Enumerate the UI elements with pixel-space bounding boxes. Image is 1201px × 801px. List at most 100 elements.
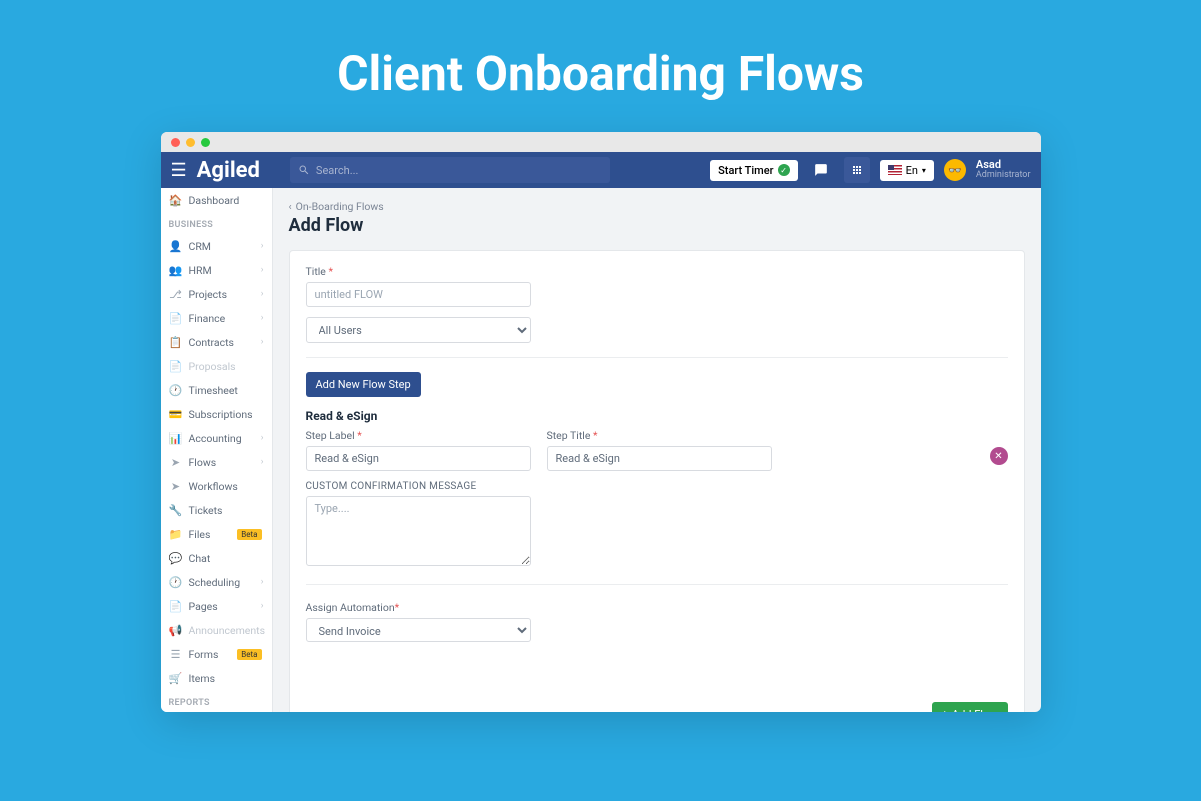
add-flow-button[interactable]: + Add Flow bbox=[932, 702, 1008, 712]
branch-icon: ⎇ bbox=[169, 287, 183, 301]
sidebar-item-proposals[interactable]: 📄Proposals bbox=[161, 354, 272, 378]
page-title: Add Flow bbox=[289, 215, 1025, 236]
title-input[interactable] bbox=[306, 282, 531, 307]
close-window-dot[interactable] bbox=[171, 138, 180, 147]
divider bbox=[306, 357, 1008, 358]
sidebar-item-items[interactable]: 🛒Items bbox=[161, 666, 272, 690]
chevron-right-icon: › bbox=[261, 577, 264, 587]
main-content: ‹ On-Boarding Flows Add Flow Title * All… bbox=[273, 188, 1041, 712]
start-timer-button[interactable]: Start Timer ✓ bbox=[710, 160, 797, 181]
card-icon: 💳 bbox=[169, 407, 183, 421]
topbar: ☰ Agiled Start Timer ✓ En ▾ 👓 Asad Admin… bbox=[161, 152, 1041, 188]
step-title-input[interactable] bbox=[547, 446, 772, 471]
sidebar-item-contracts[interactable]: 📋Contracts› bbox=[161, 330, 272, 354]
assign-automation-select[interactable]: Send Invoice bbox=[306, 618, 531, 642]
document-icon: 📄 bbox=[169, 311, 183, 325]
sidebar-item-projects[interactable]: ⎇Projects› bbox=[161, 282, 272, 306]
beta-badge: Beta bbox=[237, 529, 261, 540]
search-container[interactable] bbox=[290, 157, 610, 183]
sidebar-item-timesheet[interactable]: 🕐Timesheet bbox=[161, 378, 272, 402]
plus-icon: + bbox=[942, 708, 948, 712]
apps-grid-icon[interactable] bbox=[844, 157, 870, 183]
app-window: ☰ Agiled Start Timer ✓ En ▾ 👓 Asad Admin… bbox=[161, 132, 1041, 712]
sidebar-item-tickets[interactable]: 🔧Tickets bbox=[161, 498, 272, 522]
step-title-label: Step Title * bbox=[547, 429, 772, 442]
flag-icon bbox=[888, 165, 902, 175]
chevron-right-icon: › bbox=[261, 601, 264, 611]
wrench-icon: 🔧 bbox=[169, 503, 183, 517]
chevron-left-icon: ‹ bbox=[289, 200, 292, 213]
sidebar: 🏠 Dashboard BUSINESS 👤CRM› 👥HRM› ⎇Projec… bbox=[161, 188, 273, 712]
beta-badge: Beta bbox=[237, 649, 261, 660]
sidebar-item-subscriptions[interactable]: 💳Subscriptions bbox=[161, 402, 272, 426]
title-label: Title * bbox=[306, 265, 1008, 278]
remove-step-button[interactable]: ✕ bbox=[990, 447, 1008, 465]
chevron-right-icon: › bbox=[261, 313, 264, 323]
sidebar-item-dashboard[interactable]: 🏠 Dashboard bbox=[161, 188, 272, 212]
chart-icon: 📊 bbox=[169, 431, 183, 445]
file-icon: 📄 bbox=[169, 359, 183, 373]
confirmation-textarea[interactable] bbox=[306, 496, 531, 566]
people-icon: 👥 bbox=[169, 263, 183, 277]
chevron-right-icon: › bbox=[261, 289, 264, 299]
step-label-input[interactable] bbox=[306, 446, 531, 471]
megaphone-icon: 📢 bbox=[169, 623, 183, 637]
breadcrumb-label: On-Boarding Flows bbox=[296, 200, 384, 213]
clock-icon: 🕐 bbox=[169, 383, 183, 397]
list-icon: ☰ bbox=[169, 647, 183, 661]
chevron-right-icon: › bbox=[261, 457, 264, 467]
minimize-window-dot[interactable] bbox=[186, 138, 195, 147]
user-role: Administrator bbox=[976, 171, 1031, 181]
sidebar-item-hrm[interactable]: 👥HRM› bbox=[161, 258, 272, 282]
user-info[interactable]: Asad Administrator bbox=[976, 159, 1031, 181]
breadcrumb[interactable]: ‹ On-Boarding Flows bbox=[289, 200, 1025, 213]
sidebar-section-business: BUSINESS bbox=[161, 212, 272, 234]
divider bbox=[306, 584, 1008, 585]
avatar[interactable]: 👓 bbox=[944, 159, 966, 181]
search-icon bbox=[298, 164, 310, 176]
file-icon: 📋 bbox=[169, 335, 183, 349]
sidebar-item-scheduling[interactable]: 🕐Scheduling› bbox=[161, 570, 272, 594]
sidebar-item-announcements[interactable]: 📢Announcements bbox=[161, 618, 272, 642]
sidebar-item-crm[interactable]: 👤CRM› bbox=[161, 234, 272, 258]
step-label-label: Step Label * bbox=[306, 429, 531, 442]
sidebar-item-forms[interactable]: ☰FormsBeta bbox=[161, 642, 272, 666]
add-new-flow-step-button[interactable]: Add New Flow Step bbox=[306, 372, 421, 397]
mac-titlebar bbox=[161, 132, 1041, 152]
page-icon: 📄 bbox=[169, 599, 183, 613]
cart-icon: 🛒 bbox=[169, 671, 183, 685]
arrow-icon: ➤ bbox=[169, 479, 183, 493]
confirmation-label: CUSTOM CONFIRMATION MESSAGE bbox=[306, 481, 1008, 492]
lang-label: En bbox=[906, 164, 918, 177]
arrow-icon: ➤ bbox=[169, 455, 183, 469]
hero-title: Client Onboarding Flows bbox=[0, 0, 1201, 132]
sidebar-item-workflows[interactable]: ➤Workflows bbox=[161, 474, 272, 498]
sidebar-item-flows[interactable]: ➤Flows› bbox=[161, 450, 272, 474]
users-select[interactable]: All Users bbox=[306, 317, 531, 343]
notifications-icon[interactable] bbox=[808, 157, 834, 183]
sidebar-item-label: Dashboard bbox=[189, 194, 264, 207]
chat-icon: 💬 bbox=[169, 551, 183, 565]
home-icon: 🏠 bbox=[169, 193, 183, 207]
menu-icon[interactable]: ☰ bbox=[171, 160, 187, 181]
sidebar-item-finance[interactable]: 📄Finance› bbox=[161, 306, 272, 330]
sidebar-item-accounting[interactable]: 📊Accounting› bbox=[161, 426, 272, 450]
form-card: Title * All Users Add New Flow Step Read… bbox=[289, 250, 1025, 712]
step-heading: Read & eSign bbox=[306, 409, 1008, 423]
assign-automation-label: Assign Automation* bbox=[306, 601, 1008, 614]
chevron-right-icon: › bbox=[261, 241, 264, 251]
chevron-right-icon: › bbox=[261, 265, 264, 275]
maximize-window-dot[interactable] bbox=[201, 138, 210, 147]
sidebar-item-chat[interactable]: 💬Chat bbox=[161, 546, 272, 570]
folder-icon: 📁 bbox=[169, 527, 183, 541]
sidebar-item-pages[interactable]: 📄Pages› bbox=[161, 594, 272, 618]
sidebar-section-reports: REPORTS bbox=[161, 690, 272, 712]
person-icon: 👤 bbox=[169, 239, 183, 253]
search-input[interactable] bbox=[316, 164, 602, 177]
language-selector[interactable]: En ▾ bbox=[880, 160, 934, 181]
sidebar-item-files[interactable]: 📁FilesBeta bbox=[161, 522, 272, 546]
close-icon: ✕ bbox=[994, 451, 1002, 462]
app-logo: Agiled bbox=[197, 158, 260, 183]
add-flow-label: Add Flow bbox=[952, 708, 998, 712]
chevron-right-icon: › bbox=[261, 337, 264, 347]
